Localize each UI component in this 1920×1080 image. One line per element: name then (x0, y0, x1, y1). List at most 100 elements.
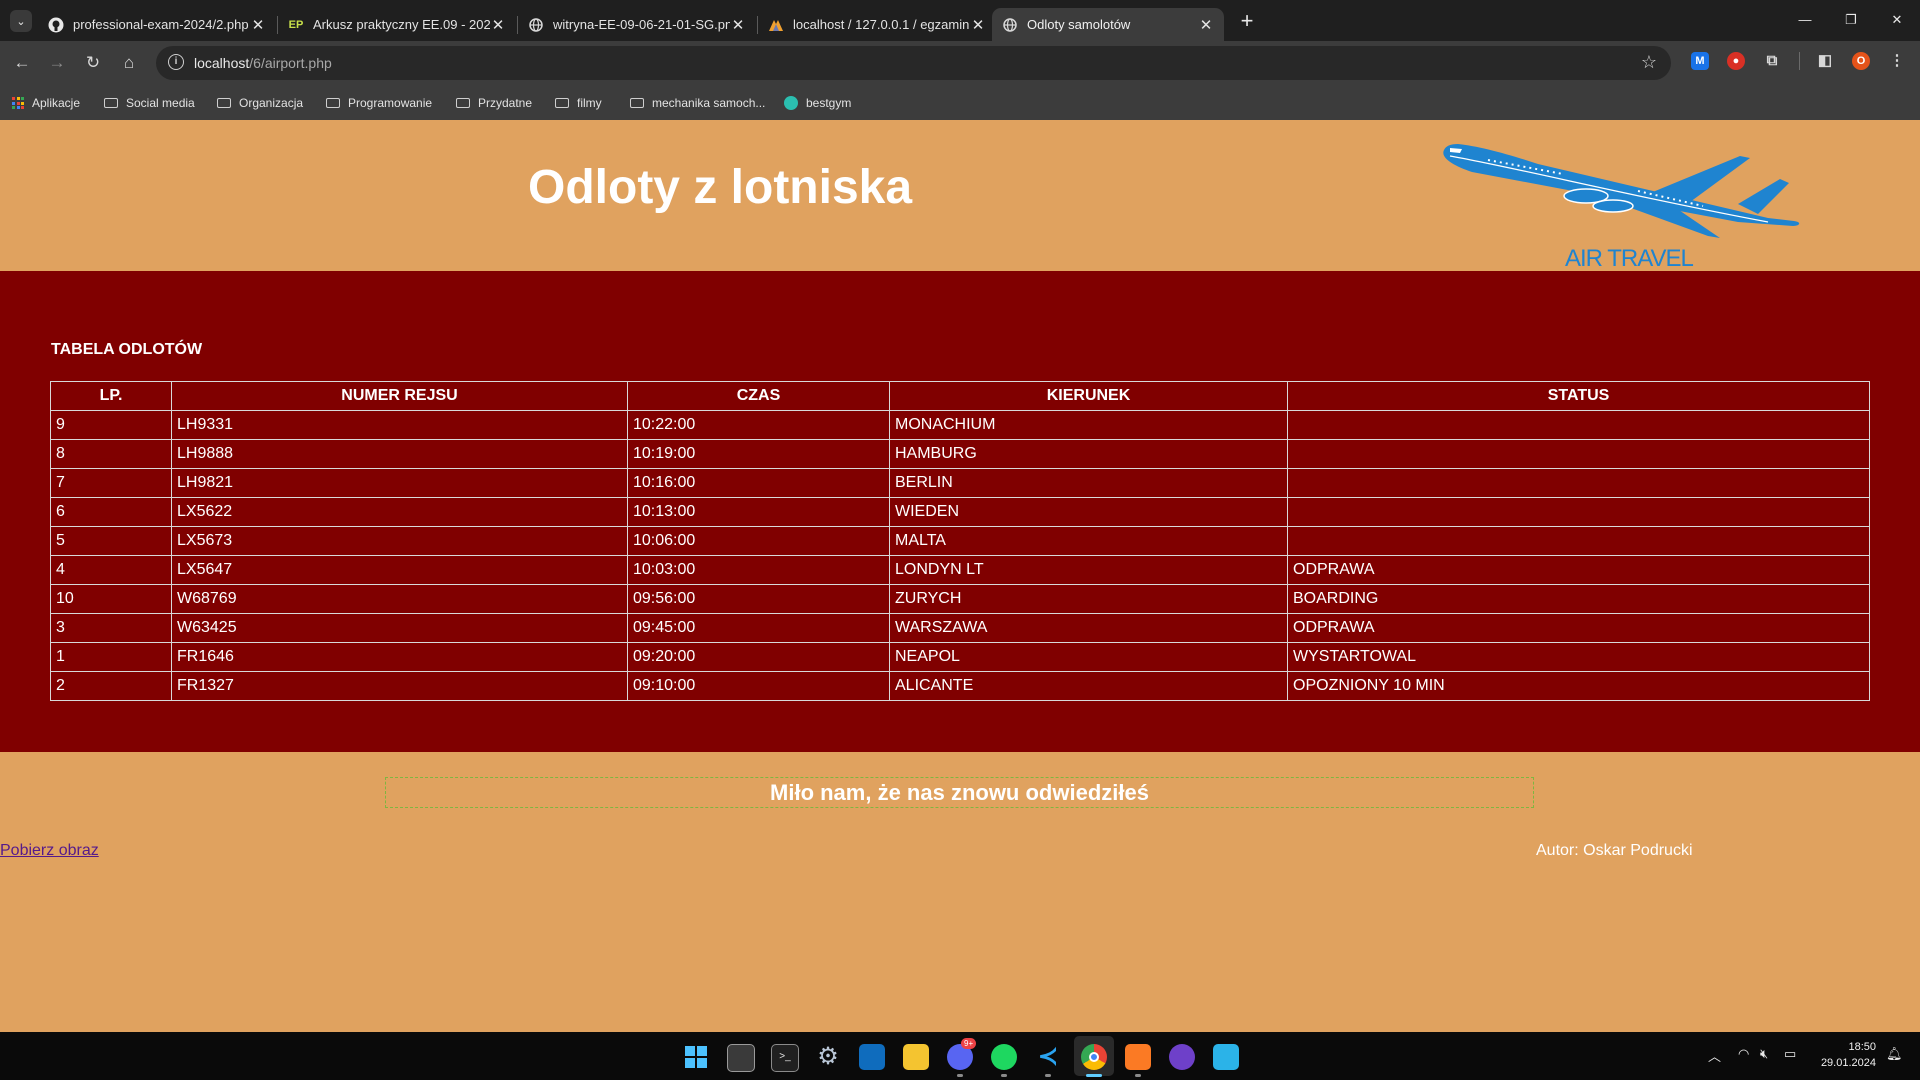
windows-start-icon[interactable] (683, 1044, 709, 1070)
bookmark-mechanika[interactable]: mechanika samoch... (630, 94, 765, 112)
table-row: 2 FR1327 09:10:00 ALICANTE OPOZNIONY 10 MIN (50, 671, 1870, 701)
tab-github[interactable]: professional-exam-2024/2.php ✕ (38, 8, 276, 41)
wifi-icon[interactable]: ◠ (1738, 1046, 1749, 1062)
tab-title: localhost / 127.0.0.1 / egzamin (793, 17, 970, 32)
github-desktop-icon[interactable] (1169, 1044, 1195, 1070)
vscode-icon[interactable]: ≺ (1035, 1044, 1061, 1070)
cell-flight: LX5673 (171, 526, 628, 556)
chrome-icon[interactable] (1081, 1044, 1107, 1070)
forward-icon[interactable]: → (43, 49, 71, 77)
notification-bell-icon[interactable]: 🔔︎ (1886, 1046, 1903, 1062)
cell-destination: MONACHIUM (889, 410, 1288, 440)
active-indicator (1086, 1074, 1102, 1077)
bookmark-star-icon[interactable]: ☆ (1641, 52, 1657, 73)
running-indicator (1001, 1074, 1007, 1077)
main-section: TABELA ODLOTÓW LP. NUMER REJSU CZAS KIER… (0, 271, 1920, 752)
cell-time: 10:06:00 (627, 526, 890, 556)
table-row: 4 LX5647 10:03:00 LONDYN LT ODPRAWA (50, 555, 1870, 585)
apps-icon (12, 97, 24, 109)
address-bar[interactable]: i localhost/6/airport.php ☆ (156, 46, 1671, 80)
chrome-center (1089, 1052, 1099, 1062)
cell-lp: 8 (50, 439, 172, 469)
cell-status: WYSTARTOWAL (1287, 642, 1870, 672)
xampp-icon[interactable] (1125, 1044, 1151, 1070)
close-window-icon[interactable]: ✕ (1874, 6, 1920, 34)
cell-destination: ALICANTE (889, 671, 1288, 701)
cell-status (1287, 468, 1870, 498)
tab-witryna[interactable]: witryna-EE-09-06-21-01-SG.png ✕ (518, 8, 756, 41)
reload-icon[interactable]: ↻ (79, 49, 107, 77)
column-header-time: CZAS (627, 381, 890, 411)
close-tab-icon[interactable]: ✕ (1198, 16, 1214, 34)
close-tab-icon[interactable]: ✕ (730, 16, 746, 34)
task-view-icon[interactable] (727, 1044, 755, 1072)
side-panel-icon[interactable]: ◧ (1816, 52, 1834, 70)
back-icon[interactable]: ← (8, 49, 36, 77)
bookmark-programowanie[interactable]: Programowanie (326, 94, 432, 112)
table-row: 9 LH9331 10:22:00 MONACHIUM (50, 410, 1870, 440)
cell-destination: HAMBURG (889, 439, 1288, 469)
folder-icon (555, 98, 569, 108)
bookmark-przydatne[interactable]: Przydatne (456, 94, 532, 112)
author-text: Autor: Oskar Podrucki (1536, 842, 1693, 859)
url-text[interactable]: localhost/6/airport.php (194, 55, 332, 71)
tab-odloty[interactable]: Odloty samolotów ✕ (992, 8, 1224, 41)
menu-dots-icon[interactable]: ⋮ (1888, 52, 1906, 70)
cell-status: ODPRAWA (1287, 613, 1870, 643)
extension-m-icon[interactable]: M (1691, 52, 1709, 70)
discord-icon[interactable]: 9+ (947, 1038, 977, 1070)
bookmark-label: mechanika samoch... (652, 96, 766, 110)
cell-status (1287, 410, 1870, 440)
speaker-muted-icon[interactable]: 🔇︎ (1760, 1046, 1768, 1062)
cell-flight: LH9821 (171, 468, 628, 498)
tab-arkusz[interactable]: EP Arkusz praktyczny EE.09 - 2021 ✕ (278, 8, 516, 41)
close-tab-icon[interactable]: ✕ (490, 16, 506, 34)
cell-lp: 9 (50, 410, 172, 440)
clock[interactable]: 18:50 29.01.2024 (1812, 1039, 1876, 1071)
new-tab-button[interactable]: + (1233, 8, 1261, 36)
table-title: TABELA ODLOTÓW (51, 341, 203, 358)
file-explorer-icon[interactable] (903, 1044, 929, 1070)
spotify-icon[interactable] (991, 1044, 1017, 1070)
extensions-puzzle-icon[interactable]: ⧉ (1763, 52, 1781, 70)
snipping-tool-icon[interactable] (1213, 1044, 1239, 1070)
extension-red-icon[interactable]: ● (1727, 52, 1745, 70)
column-header-flight-number: NUMER REJSU (171, 381, 628, 411)
bookmark-bestgym[interactable]: bestgym (784, 94, 851, 112)
running-indicator (1045, 1074, 1051, 1077)
cell-destination: BERLIN (889, 468, 1288, 498)
restore-icon[interactable]: ❐ (1828, 6, 1874, 34)
cell-flight: LH9331 (171, 410, 628, 440)
url-host: localhost (194, 55, 250, 71)
close-tab-icon[interactable]: ✕ (970, 16, 986, 34)
profile-avatar[interactable]: O (1852, 52, 1870, 70)
cell-flight: FR1646 (171, 642, 628, 672)
tab-phpmyadmin[interactable]: localhost / 127.0.0.1 / egzamin ✕ (758, 8, 996, 41)
chevron-up-icon[interactable]: ︿ (1708, 1046, 1721, 1065)
terminal-icon[interactable]: >_ (771, 1044, 799, 1072)
tab-search-button[interactable]: ⌄ (10, 10, 32, 32)
download-image-link[interactable]: Pobierz obraz (0, 842, 99, 860)
brand-logo-text: AIR TRAVEL (1565, 245, 1694, 272)
battery-icon[interactable]: ▭ (1784, 1046, 1796, 1062)
phpmyadmin-icon (768, 17, 784, 33)
url-path: /6/airport.php (249, 55, 332, 71)
column-header-status: STATUS (1287, 381, 1870, 411)
cell-time: 09:20:00 (627, 642, 890, 672)
cell-lp: 7 (50, 468, 172, 498)
home-icon[interactable]: ⌂ (115, 49, 143, 77)
minimize-icon[interactable]: — (1782, 6, 1828, 34)
toolbar-divider (1799, 52, 1800, 70)
bookmark-filmy[interactable]: filmy (555, 94, 602, 112)
close-tab-icon[interactable]: ✕ (250, 16, 266, 34)
outlook-icon[interactable] (859, 1044, 885, 1070)
settings-gear-icon[interactable]: ⚙ (815, 1044, 841, 1070)
page-header: Odloty z lotniska AIR TRAVEL (0, 120, 1920, 272)
cell-time: 10:22:00 (627, 410, 890, 440)
table-row: 5 LX5673 10:06:00 MALTA (50, 526, 1870, 556)
site-info-icon[interactable]: i (168, 54, 184, 70)
bookmark-organizacja[interactable]: Organizacja (217, 94, 303, 112)
bookmark-apps[interactable]: Aplikacje (12, 94, 80, 112)
bestgym-icon (784, 96, 798, 110)
bookmark-social-media[interactable]: Social media (104, 94, 195, 112)
